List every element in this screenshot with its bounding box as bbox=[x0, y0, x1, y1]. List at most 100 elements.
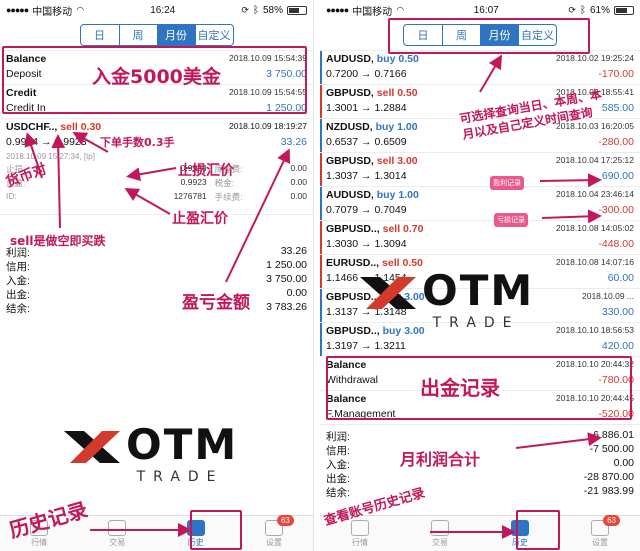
trade-profit: 690.00 bbox=[601, 170, 634, 182]
trade-date: 2018.10.09 ... bbox=[582, 291, 634, 301]
trade-title: AUDUSD, buy 1.00 bbox=[326, 189, 419, 201]
tab-period-1[interactable]: 周 bbox=[118, 25, 157, 45]
trade-title: GBPUSD, sell 0.50 bbox=[326, 87, 418, 99]
right-phone-screen: ●●●●● 中国移动 ◠ 16:07 ⟳ ᛒ 61% 日周月份 自定义 AUDUS… bbox=[320, 0, 640, 551]
annotation-monthly-profit: 月利润合计 bbox=[400, 450, 481, 469]
annotation-take-profit: 止盈汇价 bbox=[172, 211, 228, 227]
notification-badge: 63 bbox=[276, 514, 294, 526]
detail-value-2: 0.00 bbox=[290, 163, 307, 173]
rotation-lock-icon: ⟳ bbox=[241, 4, 249, 15]
trade-side-marker bbox=[320, 153, 322, 186]
summary-label: 入金: bbox=[326, 459, 350, 471]
battery-icon bbox=[286, 5, 307, 15]
summary-value: 3 783.26 bbox=[266, 301, 307, 313]
trade-title: AUDUSD, buy 0.50 bbox=[326, 53, 419, 65]
signal-icon: ●●●●● bbox=[6, 5, 29, 15]
history-tab-highlight bbox=[190, 510, 242, 550]
tab-period-0[interactable]: 日 bbox=[81, 25, 119, 45]
status-bar: ●●●●● 中国移动 ◠ 16:24 ⟳ ᛒ 58% bbox=[0, 0, 313, 20]
summary-row: 入金: 3 750.00 bbox=[6, 273, 307, 287]
account-summary: 利润: 33.26 信用: 1 250.00 入金: 3 750.00 出金: 0.00 结余:… bbox=[0, 241, 313, 319]
trade-entry[interactable]: GBPUSD.., sell 0.70 2018.10.08 14:05:02 1.… bbox=[320, 221, 640, 255]
trade-side-marker bbox=[320, 221, 322, 254]
tabbar-trade[interactable]: 交易 bbox=[418, 519, 462, 548]
summary-label: 结余: bbox=[326, 487, 350, 499]
signal-icon: ●●●●● bbox=[326, 5, 349, 15]
trade-date: 2018.10.04 17:25:12 bbox=[556, 155, 634, 165]
trade-header: AUDUSD, buy 1.00 2018.10.04 23:46:14 bbox=[326, 189, 634, 201]
tabbar-label: 行情 bbox=[31, 537, 48, 547]
summary-label: 信用: bbox=[326, 445, 350, 457]
trade-prices: 0.7200 → 0.7166 bbox=[326, 68, 407, 80]
tabbar-trade[interactable]: 交易 bbox=[95, 519, 139, 548]
annotation-stop-loss: 止损汇价 bbox=[178, 163, 234, 179]
trade-open-price: 0.9934 bbox=[6, 136, 39, 148]
clock: 16:24 bbox=[150, 4, 176, 16]
trade-date: 2018.10.10 18:56:53 bbox=[556, 325, 634, 335]
summary-label: 信用: bbox=[6, 261, 30, 273]
annotation-sell-note: sell是做空即买跌 bbox=[10, 234, 106, 248]
summary-value: 0.00 bbox=[286, 287, 307, 299]
bluetooth-icon: ᛒ bbox=[252, 4, 259, 16]
trade-entry[interactable]: AUDUSD, buy 0.50 2018.10.02 19:25:24 0.720… bbox=[320, 51, 640, 85]
detail-value-2: 0.00 bbox=[290, 177, 307, 187]
trade-icon bbox=[108, 519, 127, 536]
quotes-icon bbox=[351, 519, 369, 536]
trade-date: 2018.10.02 19:25:24 bbox=[556, 53, 634, 63]
battery-icon bbox=[613, 5, 634, 15]
summary-label: 出金: bbox=[326, 473, 350, 485]
logo-sub: TRADE bbox=[136, 469, 224, 485]
trade-profit: 330.00 bbox=[601, 306, 634, 318]
trade-prices: 0.6537 → 0.6509 bbox=[326, 136, 407, 148]
trade-detail-row: ID: 1276781 手续费: 0.00 bbox=[6, 191, 307, 203]
trade-entry[interactable]: AUDUSD, buy 1.00 2018.10.04 23:46:14 0.707… bbox=[320, 187, 640, 221]
summary-value: 6 886.01 bbox=[593, 429, 634, 441]
trade-profit: 420.00 bbox=[601, 340, 634, 352]
bottom-tab-bar: 行情 交易 历史 设置 63 bbox=[320, 514, 640, 551]
tabbar-settings[interactable]: 设置 63 bbox=[252, 514, 296, 548]
trade-prices: 1.3001 → 1.2884 bbox=[326, 102, 407, 114]
trade-body: 1.3197 → 1.3211 420.00 bbox=[326, 340, 634, 352]
trade-title: GBPUSD.., sell 0.70 bbox=[326, 223, 423, 235]
trade-symbol: AUDUSD, bbox=[326, 53, 374, 65]
trade-header: AUDUSD, buy 0.50 2018.10.02 19:25:24 bbox=[326, 53, 634, 65]
annotation-withdraw: 出金记录 bbox=[420, 376, 500, 400]
trade-body: 1.3030 → 1.3094 -448.00 bbox=[326, 238, 634, 250]
trade-date: 2018.10.04 23:46:14 bbox=[556, 189, 634, 199]
trade-symbol: USDCHF.., bbox=[6, 121, 58, 133]
notification-badge: 63 bbox=[603, 514, 620, 526]
annotation-profit-tag: 盈利记录 bbox=[490, 176, 524, 190]
detail-key: ID: bbox=[6, 191, 17, 201]
summary-row: 利润: 6 886.01 bbox=[326, 429, 634, 443]
trade-side-marker bbox=[320, 51, 322, 84]
trade-detail-row: 止盈: 0.9923 税金: 0.00 bbox=[6, 177, 307, 189]
trade-date: 2018.10.08 14:05:02 bbox=[556, 223, 634, 233]
battery-percent: 58% bbox=[262, 4, 283, 16]
left-phone-screen: ●●●●● 中国移动 ◠ 16:24 ⟳ ᛒ 58% 日周月份 自定义 Balan… bbox=[0, 0, 314, 551]
annotation-deposit: 入金5000美金 bbox=[92, 66, 221, 88]
tab-period-3[interactable]: 自定义 bbox=[194, 25, 233, 45]
trade-symbol: GBPUSD, bbox=[326, 87, 374, 99]
trade-side-marker bbox=[320, 255, 322, 288]
annotation-pnl: 盈亏金额 bbox=[182, 293, 250, 313]
carrier-label: 中国移动 bbox=[32, 6, 73, 18]
summary-row: 结余: 3 783.26 bbox=[6, 301, 307, 315]
trade-date: 2018.10.08 14:07:16 bbox=[556, 257, 634, 267]
logo-word: OTM bbox=[126, 420, 239, 469]
clock: 16:07 bbox=[473, 4, 499, 16]
summary-label: 利润: bbox=[326, 431, 350, 443]
trade-entry[interactable]: GBPUSD, sell 3.00 2018.10.04 17:25:12 1.30… bbox=[320, 153, 640, 187]
tabbar-settings[interactable]: 设置 63 bbox=[578, 514, 622, 548]
summary-value: 3 750.00 bbox=[266, 273, 307, 285]
trade-side: buy 1.00 bbox=[376, 189, 419, 201]
summary-value: -28 870.00 bbox=[583, 471, 634, 483]
trade-side: sell 0.50 bbox=[376, 87, 418, 99]
detail-key-2: 手续费: bbox=[214, 192, 243, 202]
tab-period-2[interactable]: 月份 bbox=[156, 25, 195, 45]
annotation-lots: 下单手数0.3手 bbox=[100, 136, 175, 149]
otm-x-mark-icon bbox=[360, 276, 416, 309]
annotation-loss-tag: 亏损记录 bbox=[494, 213, 528, 227]
summary-label: 结余: bbox=[6, 303, 30, 315]
trade-side-marker bbox=[320, 119, 322, 152]
tabbar-label: 设置 bbox=[592, 537, 608, 547]
